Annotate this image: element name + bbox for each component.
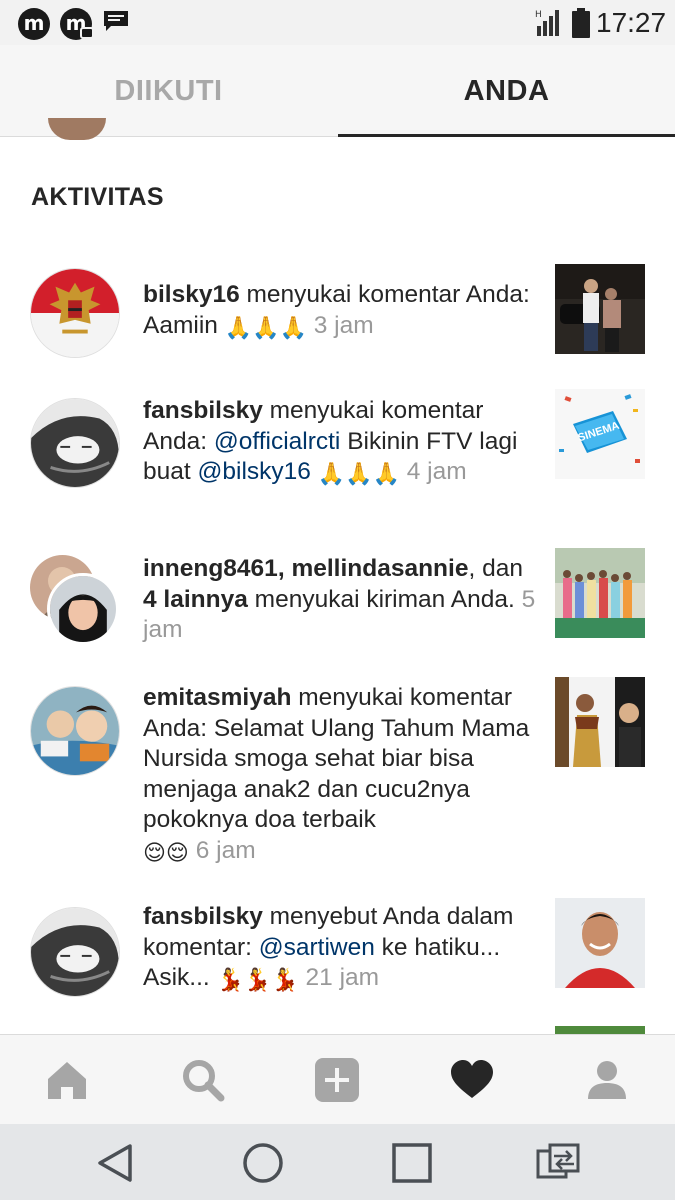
avatar[interactable] xyxy=(30,686,120,776)
post-thumbnail[interactable]: SINEMA xyxy=(555,389,645,479)
system-navigation xyxy=(0,1124,675,1200)
username[interactable]: mellindasannie xyxy=(291,555,468,582)
activity-time: 6 jam xyxy=(195,836,256,864)
others-link[interactable]: 4 lainnya xyxy=(143,586,248,613)
activity-emoji: 🙏🙏🙏 xyxy=(224,315,307,341)
active-tab-indicator xyxy=(338,134,675,137)
post-thumbnail[interactable] xyxy=(555,898,645,988)
activity-item[interactable]: bilsky16 menyukai komentar Anda: Aamiin … xyxy=(0,264,675,368)
back-icon[interactable] xyxy=(92,1140,138,1186)
activity-time: 21 jam xyxy=(305,964,380,991)
activity-text: fansbilsky menyebut Anda dalam komentar:… xyxy=(143,902,538,994)
mention-link[interactable]: @officialrcti xyxy=(214,428,341,455)
username[interactable]: fansbilsky xyxy=(143,903,263,930)
username[interactable]: fansbilsky xyxy=(143,397,263,424)
add-icon[interactable] xyxy=(314,1057,360,1103)
separator: , xyxy=(277,555,292,582)
home-icon[interactable] xyxy=(44,1057,90,1103)
activity-text: bilsky16 menyukai komentar Anda: Aamiin … xyxy=(143,280,538,341)
avatar[interactable] xyxy=(30,907,120,997)
post-thumbnail[interactable] xyxy=(555,264,645,354)
tab-you[interactable]: ANDA xyxy=(338,45,675,137)
activity-item[interactable]: inneng8461, mellindasannie, dan 4 lainny… xyxy=(0,548,675,650)
battery-icon xyxy=(572,8,590,38)
home-circle-icon[interactable] xyxy=(240,1140,286,1186)
username[interactable]: inneng8461 xyxy=(143,555,278,582)
heart-icon[interactable] xyxy=(449,1057,495,1103)
activity-emoji: 🙏🙏🙏 xyxy=(317,462,400,487)
recents-icon[interactable] xyxy=(389,1140,435,1186)
m-app-icon: m xyxy=(18,8,50,40)
activity-item[interactable]: fansbilsky menyebut Anda dalam komentar:… xyxy=(0,898,675,1003)
switch-icon[interactable] xyxy=(535,1140,581,1186)
clock: 17:27 xyxy=(596,7,667,38)
avatar[interactable] xyxy=(47,573,119,645)
camera-badge-icon xyxy=(80,27,94,39)
activity-time: 3 jam xyxy=(313,311,374,339)
activity-text: emitasmiyah menyukai komentar Anda: Sela… xyxy=(143,683,543,866)
activity-emoji: 😌😌 xyxy=(143,840,189,866)
stacked-avatars[interactable] xyxy=(30,555,125,650)
activity-text: fansbilsky menyukai komentar Anda: @offi… xyxy=(143,396,538,488)
post-thumbnail[interactable] xyxy=(555,677,645,767)
avatar[interactable] xyxy=(30,268,120,358)
username[interactable]: emitasmiyah xyxy=(143,684,291,711)
activity-item[interactable]: fansbilsky menyukai komentar Anda: @offi… xyxy=(0,389,675,526)
post-thumbnail[interactable] xyxy=(555,548,645,638)
activity-emoji: 💃💃💃 xyxy=(216,968,299,993)
search-icon[interactable] xyxy=(180,1057,226,1103)
message-icon xyxy=(104,11,128,31)
partial-thumbnail xyxy=(555,1026,645,1034)
username[interactable]: bilsky16 xyxy=(143,281,240,308)
status-bar: m m H 17:27 xyxy=(0,0,675,45)
signal-icon: H xyxy=(535,10,559,36)
section-title: AKTIVITAS xyxy=(31,183,164,211)
activity-text: inneng8461, mellindasannie, dan 4 lainny… xyxy=(143,554,543,646)
activity-description: menyukai kiriman Anda. xyxy=(247,585,515,613)
profile-icon[interactable] xyxy=(584,1057,630,1103)
svg-text:H: H xyxy=(535,10,542,20)
activity-time: 4 jam xyxy=(406,458,467,485)
mention-link[interactable]: @bilsky16 xyxy=(198,458,311,485)
activity-item[interactable]: emitasmiyah menyukai komentar Anda: Sela… xyxy=(0,677,675,869)
separator: , dan xyxy=(468,555,523,582)
mention-link[interactable]: @sartiwen xyxy=(259,934,375,961)
bottom-navigation xyxy=(0,1034,675,1124)
avatar[interactable] xyxy=(30,398,120,488)
